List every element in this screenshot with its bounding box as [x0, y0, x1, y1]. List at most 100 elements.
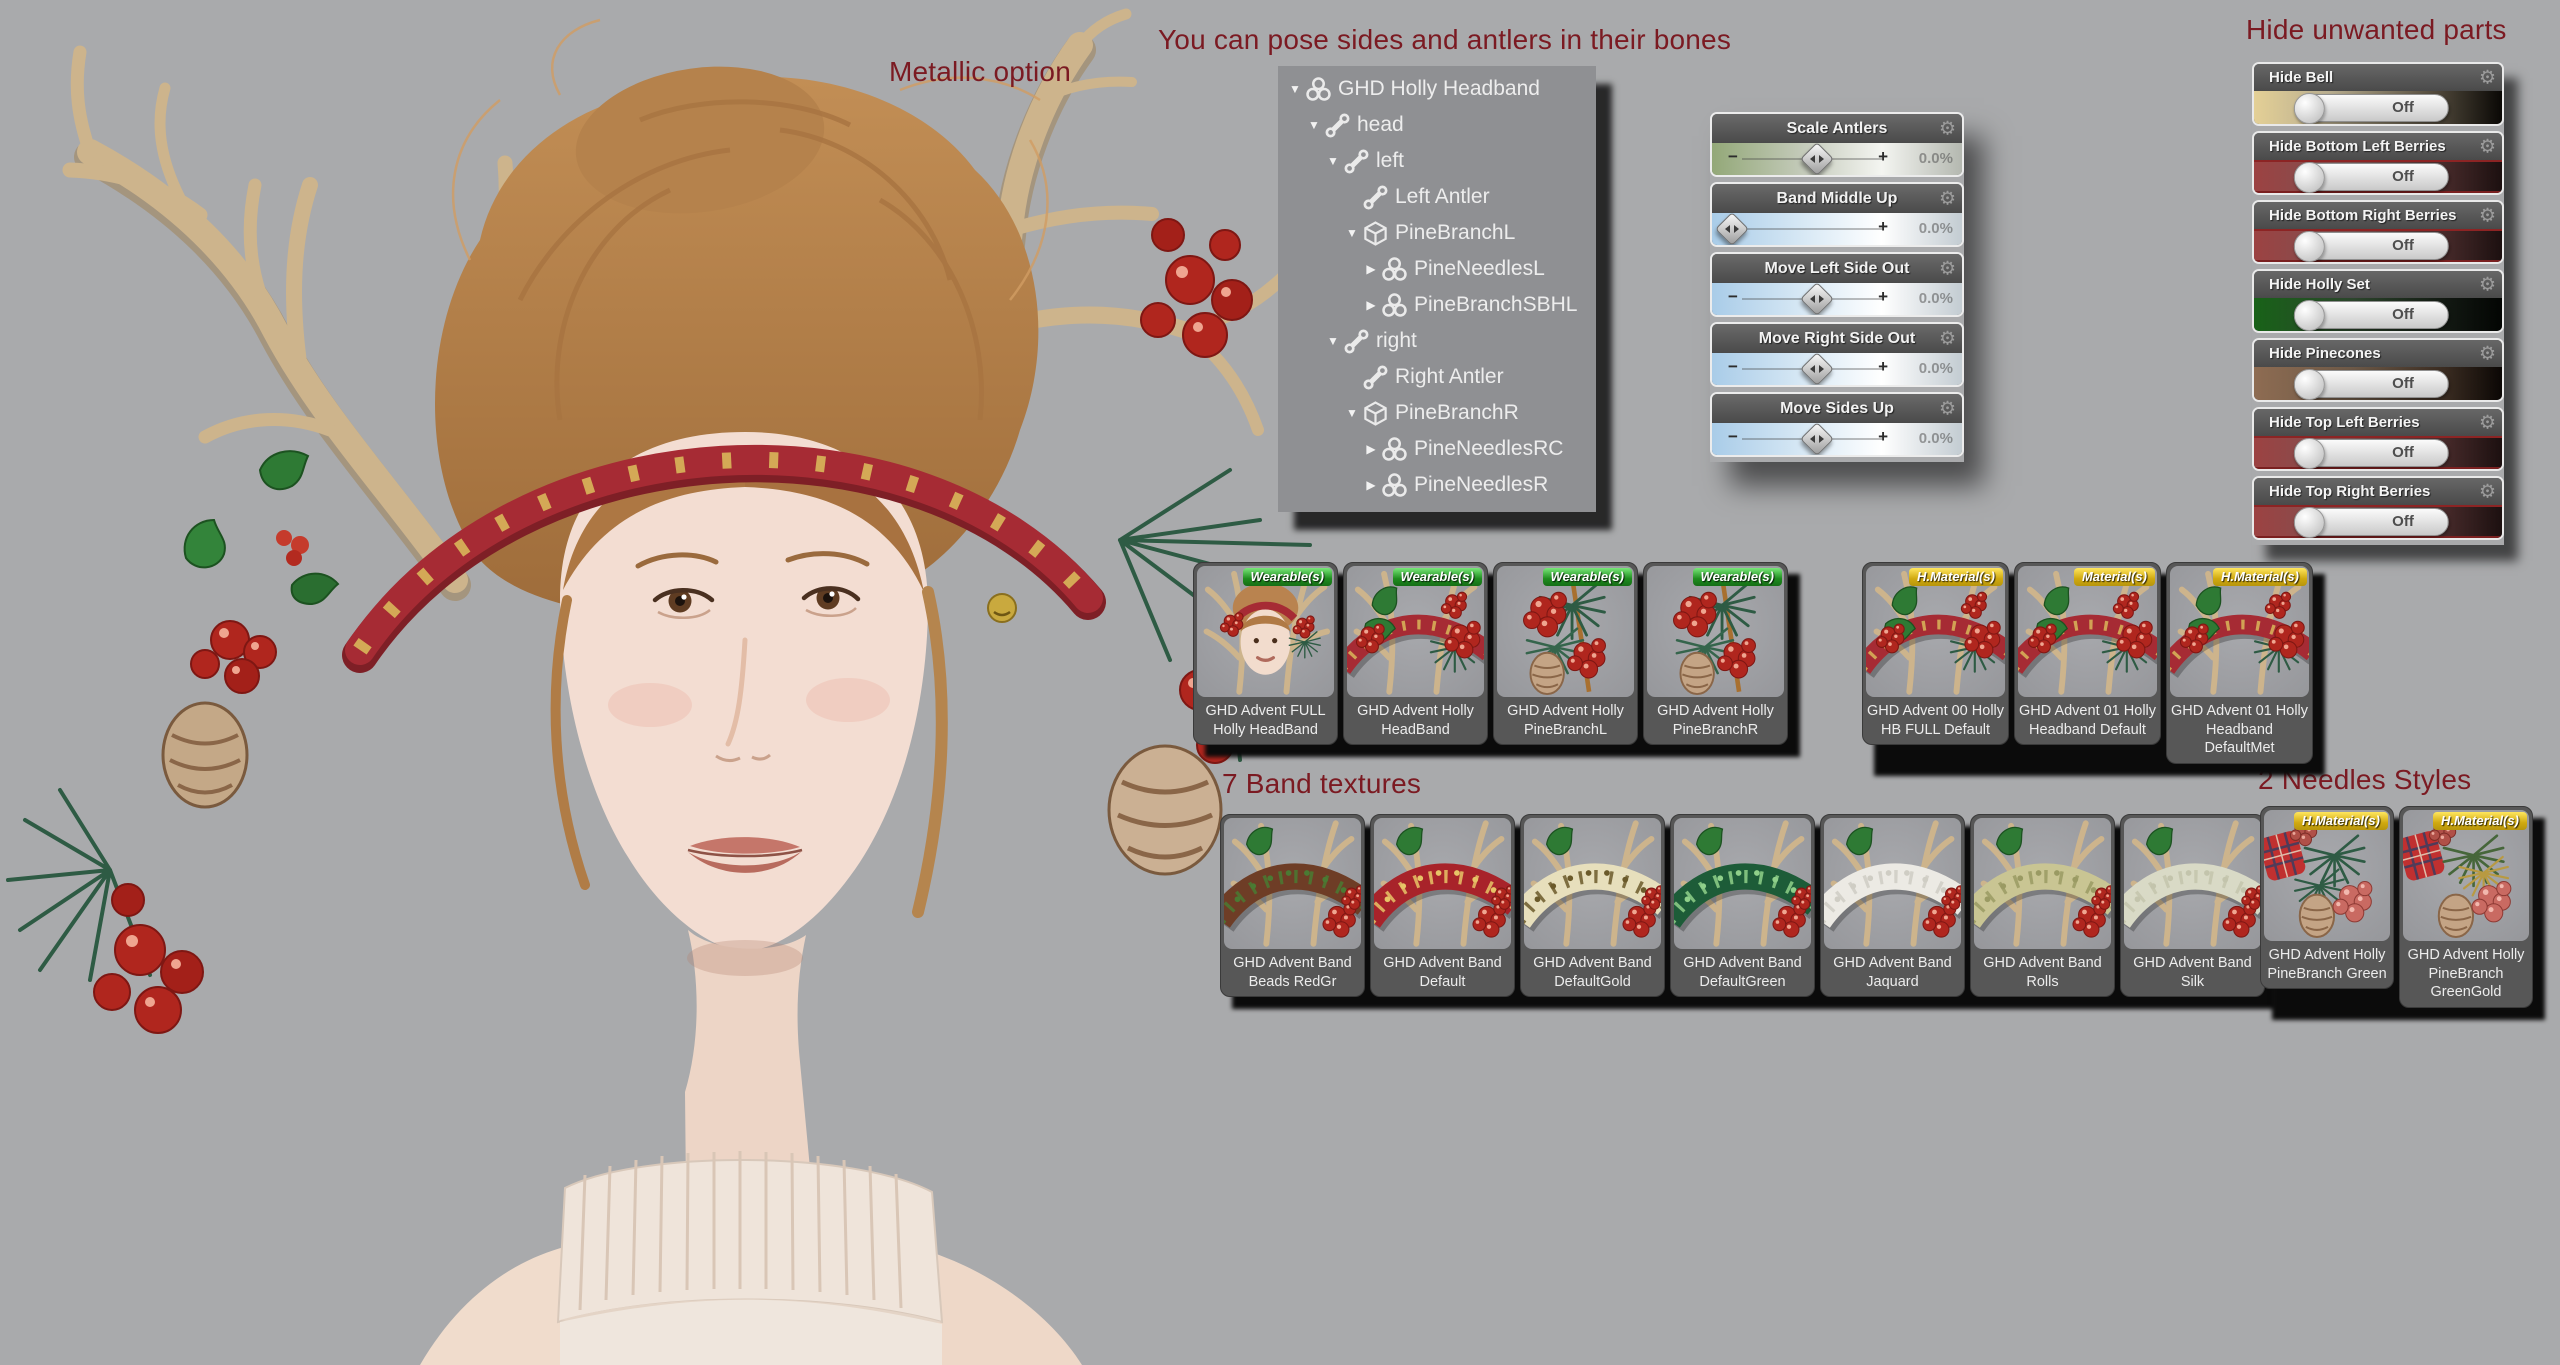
- needles-style-thumbnail[interactable]: H.Material(s)GHD Advent Holly PineBranch…: [2260, 806, 2394, 989]
- bone-tree-item[interactable]: ▶PineNeedlesL: [1278, 251, 1596, 287]
- gear-icon[interactable]: ⚙: [2479, 275, 2496, 294]
- thumbnail-type-banner: H.Material(s): [2213, 568, 2307, 586]
- toggle-switch[interactable]: Off: [2295, 232, 2449, 260]
- thumbnail-image: [1524, 818, 1661, 949]
- bone-tree-item[interactable]: ▶PineNeedlesR: [1278, 467, 1596, 503]
- wearable-thumbnail[interactable]: Wearable(s)GHD Advent FULL Holly HeadBan…: [1193, 562, 1338, 745]
- band-texture-thumbnail[interactable]: GHD Advent Band DefaultGreen: [1670, 814, 1815, 997]
- gear-icon[interactable]: ⚙: [2479, 68, 2496, 87]
- thumbnail-label: GHD Advent Band Rolls: [1974, 949, 2111, 992]
- slider-minus-button[interactable]: −: [1728, 357, 1738, 377]
- slider-handle[interactable]: [1802, 144, 1832, 174]
- bone-tree-item[interactable]: ▼head: [1278, 107, 1596, 143]
- slider-value: 0.0%: [1919, 150, 1953, 167]
- needles-styles-thumbnail-row: H.Material(s)GHD Advent Holly PineBranch…: [2260, 806, 2533, 1008]
- gear-icon[interactable]: ⚙: [2479, 413, 2496, 432]
- toggle-knob[interactable]: [2294, 231, 2325, 262]
- slider-track[interactable]: − +0.0%: [1712, 143, 1962, 175]
- bone-tree-item[interactable]: ▼PineBranchL: [1278, 215, 1596, 251]
- thumbnail-image: [1974, 818, 2111, 949]
- slider-header: Band Middle Up⚙: [1712, 184, 1962, 213]
- group-icon: [1381, 256, 1408, 283]
- group-icon: [1381, 436, 1408, 463]
- toggle-switch[interactable]: Off: [2295, 163, 2449, 191]
- bone-tree-item[interactable]: ▼ GHD Holly Headband: [1278, 71, 1596, 107]
- slider-minus-button[interactable]: −: [1728, 287, 1738, 307]
- bone-tree-item[interactable]: ▶PineNeedlesRC: [1278, 431, 1596, 467]
- toggle-switch[interactable]: Off: [2295, 370, 2449, 398]
- wearable-thumbnail[interactable]: Wearable(s)GHD Advent Holly PineBranchL: [1493, 562, 1638, 745]
- slider-track[interactable]: −+0.0%: [1712, 353, 1962, 385]
- toggle-switch[interactable]: Off: [2295, 301, 2449, 329]
- tree-expand-arrow[interactable]: ▶: [1362, 298, 1380, 312]
- wearable-thumbnail[interactable]: Wearable(s)GHD Advent Holly HeadBand: [1343, 562, 1488, 745]
- wearable-thumbnail[interactable]: Wearable(s)GHD Advent Holly PineBranchR: [1643, 562, 1788, 745]
- band-texture-thumbnail[interactable]: GHD Advent Band Default: [1370, 814, 1515, 997]
- material-thumbnail[interactable]: Material(s)GHD Advent 01 Holly Headband …: [2014, 562, 2161, 745]
- tree-expand-arrow[interactable]: ▼: [1305, 118, 1323, 132]
- slider-handle[interactable]: [1802, 354, 1832, 384]
- toggle-knob[interactable]: [2294, 300, 2325, 331]
- thumbnail-image: Wearable(s): [1347, 566, 1484, 697]
- gear-icon[interactable]: ⚙: [1939, 189, 1956, 208]
- slider-plus-button[interactable]: +: [1878, 147, 1888, 167]
- slider-plus-button[interactable]: +: [1878, 427, 1888, 447]
- bone-tree-item[interactable]: ▼left: [1278, 143, 1596, 179]
- tree-expand-arrow[interactable]: ▶: [1362, 478, 1380, 492]
- slider-handle[interactable]: [1717, 214, 1747, 244]
- gear-icon[interactable]: ⚙: [2479, 137, 2496, 156]
- bone-tree-item[interactable]: Right Antler: [1278, 359, 1596, 395]
- bone-tree-label: GHD Holly Headband: [1338, 77, 1540, 101]
- tree-expand-arrow[interactable]: ▼: [1343, 406, 1361, 420]
- gear-icon[interactable]: ⚙: [1939, 259, 1956, 278]
- gear-icon[interactable]: ⚙: [2479, 482, 2496, 501]
- tree-expand-arrow[interactable]: ▼: [1343, 226, 1361, 240]
- material-thumbnail[interactable]: H.Material(s) GHD Advent 01 Holly Headban…: [2166, 562, 2313, 764]
- gear-icon[interactable]: ⚙: [2479, 344, 2496, 363]
- band-texture-thumbnail[interactable]: GHD Advent Band Beads RedGr: [1220, 814, 1365, 997]
- band-texture-thumbnail[interactable]: GHD Advent Band Jaquard: [1820, 814, 1965, 997]
- slider-minus-button[interactable]: −: [1728, 427, 1738, 447]
- tree-expand-arrow[interactable]: ▶: [1362, 442, 1380, 456]
- slider-minus-button[interactable]: −: [1728, 147, 1738, 167]
- needles-style-thumbnail[interactable]: H.Material(s)GHD Advent Holly PineBranch…: [2399, 806, 2533, 1008]
- band-texture-thumbnail[interactable]: GHD Advent Band Rolls: [1970, 814, 2115, 997]
- toggle-knob[interactable]: [2294, 438, 2325, 469]
- slider-track[interactable]: −+0.0%: [1712, 283, 1962, 315]
- slider-track[interactable]: −+0.0%: [1712, 213, 1962, 245]
- slider-handle[interactable]: [1802, 424, 1832, 454]
- slider-plus-button[interactable]: +: [1878, 287, 1888, 307]
- band-texture-thumbnail[interactable]: GHD Advent Band DefaultGold: [1520, 814, 1665, 997]
- thumbnail-label: GHD Advent 01 Holly Headband DefaultMet: [2170, 697, 2309, 759]
- toggle-knob[interactable]: [2294, 369, 2325, 400]
- band-texture-thumbnail[interactable]: GHD Advent Band Silk: [2120, 814, 2265, 997]
- tree-expand-arrow[interactable]: ▼: [1324, 154, 1342, 168]
- toggle-switch[interactable]: Off: [2295, 508, 2449, 536]
- gear-icon[interactable]: ⚙: [2479, 206, 2496, 225]
- slider-handle-arrows: [1802, 284, 1832, 314]
- slider-plus-button[interactable]: +: [1878, 217, 1888, 237]
- tree-expand-arrow[interactable]: ▼: [1286, 82, 1304, 96]
- toggle-label: Hide Bottom Right Berries: [2254, 207, 2457, 224]
- slider-handle[interactable]: [1802, 284, 1832, 314]
- toggle-switch[interactable]: Off: [2295, 439, 2449, 467]
- toggle-knob[interactable]: [2294, 93, 2325, 124]
- thumbnail-label: GHD Advent Holly PineBranch GreenGold: [2403, 941, 2529, 1003]
- material-thumbnail[interactable]: H.Material(s)GHD Advent 00 Holly HB FULL…: [1862, 562, 2009, 745]
- bone-tree-item[interactable]: ▼right: [1278, 323, 1596, 359]
- bone-tree-item[interactable]: ▶PineBranchSBHL: [1278, 287, 1596, 323]
- toggle-switch[interactable]: Off: [2295, 94, 2449, 122]
- gear-icon[interactable]: ⚙: [1939, 399, 1956, 418]
- gear-icon[interactable]: ⚙: [1939, 119, 1956, 138]
- toggle-knob[interactable]: [2294, 507, 2325, 538]
- bone-tree-item[interactable]: Left Antler: [1278, 179, 1596, 215]
- bone-tree-item[interactable]: ▼PineBranchR: [1278, 395, 1596, 431]
- tree-expand-arrow[interactable]: ▼: [1324, 334, 1342, 348]
- pose-slider: Scale Antlers⚙−+0.0%: [1710, 112, 1964, 177]
- slider-plus-button[interactable]: +: [1878, 357, 1888, 377]
- thumbnail-type-banner: Wearable(s): [1243, 568, 1332, 586]
- tree-expand-arrow[interactable]: ▶: [1362, 262, 1380, 276]
- toggle-knob[interactable]: [2294, 162, 2325, 193]
- slider-track[interactable]: −+0.0%: [1712, 423, 1962, 455]
- gear-icon[interactable]: ⚙: [1939, 329, 1956, 348]
